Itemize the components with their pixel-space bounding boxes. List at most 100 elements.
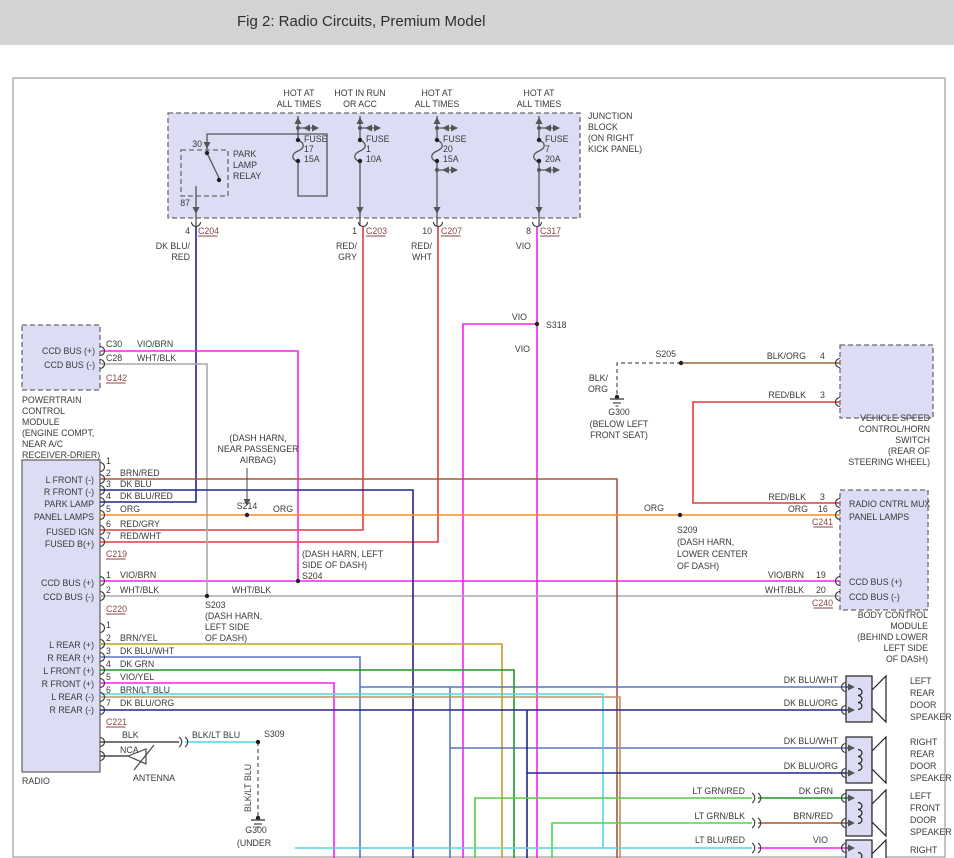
label: VIO/BRN [768,570,804,580]
label: CCD BUS (+) [41,578,94,588]
label: LOWER CENTER [677,549,748,559]
label: SPEAKER [910,712,952,722]
label: (UNDER [237,838,271,848]
label: RED/GRY [120,519,160,529]
label: WHT/BLK [137,353,176,363]
label: VEHICLE SPEED [860,413,930,423]
label: 1 [352,226,357,236]
label: R REAR (+) [47,653,94,663]
label: ORG [644,503,664,513]
splice-dot [537,159,541,163]
label: WHT/BLK [120,585,159,595]
label: RED/ [411,241,433,251]
label: HOT AT [422,88,454,98]
label: 7 [106,698,111,708]
label: CCD BUS (-) [849,592,900,602]
label: C30 [106,339,122,349]
label: DK BLU/ORG [120,698,174,708]
label: SPEAKER [910,827,952,837]
label: SIDE OF DASH) [302,560,367,570]
label: DK BLU/WHT [784,736,839,746]
pin-connector-icon [100,463,105,472]
label: G300 [608,407,630,417]
label: 4 [106,491,111,501]
ground-lead-s205 [617,363,681,397]
label: PANEL LAMPS [34,512,94,522]
label: BRN/RED [793,811,833,821]
label: BLK [122,730,139,740]
connector-rf-icon [752,843,755,853]
label: AIRBAG) [240,455,276,465]
connector-lf-plus-icon [752,793,755,803]
label: S209 [677,525,698,535]
label: C142 [106,373,127,383]
branch-dot [435,168,439,172]
label: CONTROL/HORN [859,424,930,434]
label: 6 [106,685,111,695]
label: ANTENNA [133,773,175,783]
right-rear-door-speaker-cone-icon [872,737,886,783]
label: ALL TIMES [277,99,322,109]
label: 7 [106,531,111,541]
label: FUSED B(+) [45,539,94,549]
label: RADIO CNTRL MUX [849,499,930,509]
label: REAR [910,688,934,698]
label: ORG [120,504,140,514]
label: 4 [185,226,190,236]
label: 10A [366,154,382,164]
powertrain-control-module [22,325,100,390]
branch-dot [358,126,362,130]
wiring-diagram: HOT ATALL TIMESHOT IN RUNOR ACCHOT ATALL… [0,0,954,858]
label: 2 [106,633,111,643]
label: HOT IN RUN [334,88,385,98]
label: RIGHT [910,845,938,855]
label: 10 [422,226,432,236]
label: S318 [546,320,567,330]
label: BLK/ORG [767,351,806,361]
wire-lt-grn-red [475,798,752,858]
label: (ENGINE COMPT, [22,428,94,438]
label: C219 [106,549,127,559]
label: R FRONT (+) [42,679,94,689]
label: BRN/YEL [120,633,158,643]
splice-dot [535,322,539,326]
label: L FRONT (-) [46,475,94,485]
label: PARK [233,149,256,159]
label: RED/ [336,241,358,251]
label: BLK/LT BLU [243,764,253,812]
label: 15A [304,154,320,164]
label: BLOCK [588,122,618,132]
label: DK BLU [120,479,152,489]
label: C28 [106,353,122,363]
left-front-door-speaker-cone-icon [872,790,886,836]
right-front-door-speaker-cone-icon [872,840,886,858]
label: RECEIVER-DRIER) [22,450,100,460]
label: FRONT [910,803,941,813]
label: MODULE [22,417,60,427]
splice-dot [217,178,221,182]
label: NEAR A/C [22,439,64,449]
label: RELAY [233,171,261,181]
park-lamp-relay [181,150,228,196]
label: (DASH HARN, [229,433,286,443]
splice-dot [679,361,683,365]
splice-dot [435,138,439,142]
label: DOOR [910,761,936,771]
label: KICK PANEL) [588,144,642,154]
label: RED/BLK [768,492,806,502]
label: (BEHIND LOWER [857,632,928,642]
splice-dot [205,151,209,155]
label: PARK LAMP [44,499,94,509]
label: C220 [106,604,127,614]
label: GRY [338,252,357,262]
label: LT GRN/RED [693,786,745,796]
label: OR ACC [343,99,377,109]
label: CONTROL [22,406,65,416]
label: 5 [106,672,111,682]
label: 15A [443,154,459,164]
wire-red-blk [693,402,840,503]
label: C203 [366,226,387,236]
label: VIO [516,241,531,251]
label: (BELOW LEFT [590,419,649,429]
label: S214 [237,501,258,511]
